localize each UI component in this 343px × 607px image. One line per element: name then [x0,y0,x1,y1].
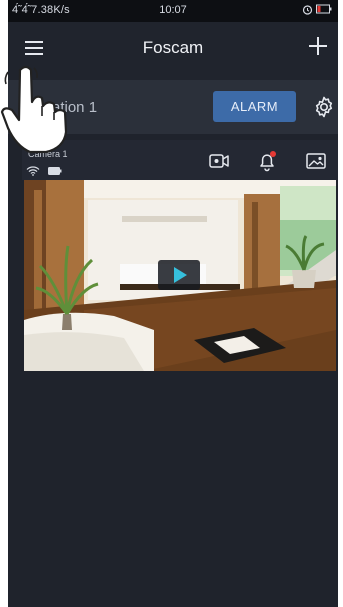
status-bar: 4̃́ 4̃́ 7.38K/s 10:07 [8,0,338,22]
page-title: Foscam [142,38,204,57]
tap-gesture-hand-icon [0,65,68,154]
clock: 10:07 [159,4,187,16]
gear-icon[interactable] [312,95,336,119]
camera-status [26,162,66,176]
play-button[interactable] [158,260,200,290]
wifi-icon [26,166,40,176]
alarm-clock-icon [302,4,313,15]
notification-bell-icon[interactable] [256,150,278,172]
gallery-icon[interactable] [305,150,327,172]
alarm-button[interactable]: ALARM [213,91,296,122]
camera-live-preview[interactable] [24,180,336,371]
battery-icon [316,4,332,14]
record-video-icon[interactable] [208,150,230,172]
battery-icon [48,166,62,175]
status-icons [302,3,332,15]
add-device-icon[interactable] [306,34,330,58]
